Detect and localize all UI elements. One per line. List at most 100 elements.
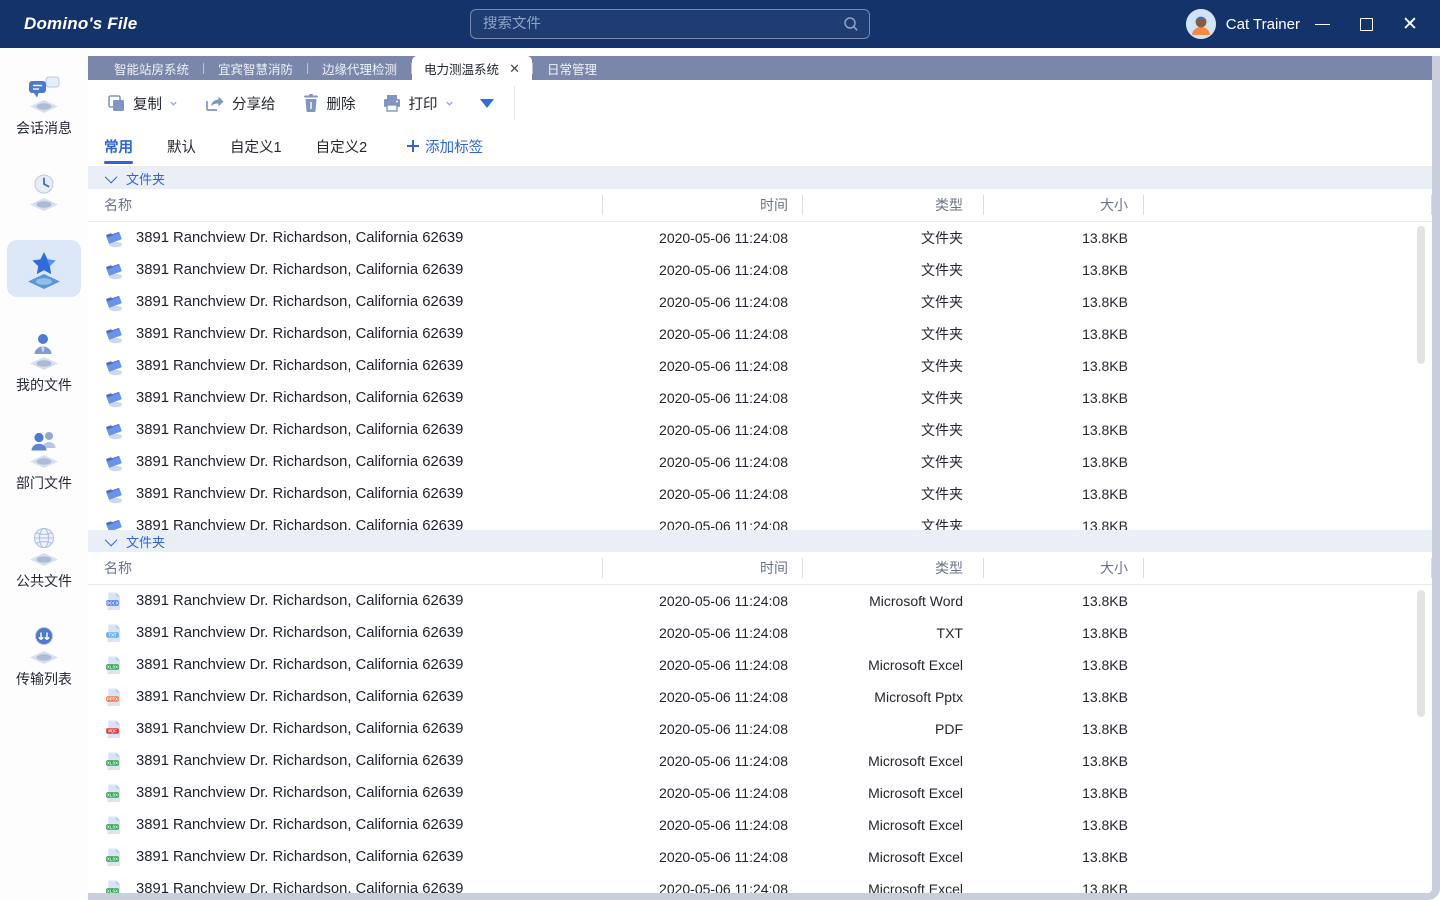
section-header-folders-2[interactable]: 文件夹	[88, 530, 1432, 552]
table-header: 名称 时间 类型 大小	[88, 552, 1432, 585]
tab-item[interactable]: 边缘代理检测	[308, 56, 411, 80]
share-button[interactable]: 分享给	[204, 93, 276, 114]
tab-close-icon[interactable]: ✕	[509, 62, 520, 75]
file-time-cell: 2020-05-06 11:24:08	[603, 390, 803, 406]
close-icon: ✕	[1402, 15, 1418, 34]
xlsx-file-icon: XLSX	[104, 751, 124, 771]
file-name-cell: DOCX3891 Ranchview Dr. Richardson, Calif…	[88, 591, 603, 611]
vertical-scrollbar[interactable]	[1417, 590, 1425, 717]
file-name-cell: PDF3891 Ranchview Dr. Richardson, Califo…	[88, 719, 603, 739]
file-table-folders: 3891 Ranchview Dr. Richardson, Californi…	[88, 222, 1432, 530]
svg-text:PDF: PDF	[108, 728, 117, 733]
tag-tab-common[interactable]: 常用	[104, 126, 133, 166]
file-time-cell: 2020-05-06 11:24:08	[603, 326, 803, 342]
table-row[interactable]: 3891 Ranchview Dr. Richardson, Californi…	[88, 222, 1432, 254]
sidebar-item-chat-messages[interactable]: 会话消息	[7, 64, 81, 144]
vertical-scrollbar[interactable]	[1417, 226, 1425, 364]
tab-item[interactable]: 日常管理	[533, 56, 611, 80]
clock-icon	[22, 169, 66, 213]
tab-item-active[interactable]: 电力测温系统 ✕	[412, 56, 532, 80]
close-button[interactable]: ✕	[1388, 0, 1432, 48]
table-row[interactable]: PPTX3891 Ranchview Dr. Richardson, Calif…	[88, 681, 1432, 713]
sidebar-item-my-files[interactable]: 我的文件	[7, 321, 81, 401]
sidebar-item-starred[interactable]	[7, 240, 81, 297]
search-icon[interactable]	[843, 16, 859, 32]
table-row[interactable]: XLSX3891 Ranchview Dr. Richardson, Calif…	[88, 777, 1432, 809]
minimize-icon	[1315, 24, 1330, 25]
table-row[interactable]: 3891 Ranchview Dr. Richardson, Californi…	[88, 350, 1432, 382]
tag-bar: 常用 默认 自定义1 自定义2 添加标签	[88, 126, 1432, 167]
toolbar: 复制 分享给 删除	[88, 80, 1432, 126]
table-row[interactable]: 3891 Ranchview Dr. Richardson, Californi…	[88, 286, 1432, 318]
table-row[interactable]: 3891 Ranchview Dr. Richardson, Californi…	[88, 318, 1432, 350]
file-name-cell: XLSX3891 Ranchview Dr. Richardson, Calif…	[88, 879, 603, 893]
tab-label: 日常管理	[547, 59, 597, 78]
maximize-button[interactable]	[1344, 0, 1388, 48]
file-size-cell: 13.8KB	[984, 625, 1144, 641]
file-size-cell: 13.8KB	[984, 593, 1144, 609]
table-row[interactable]: DOCX3891 Ranchview Dr. Richardson, Calif…	[88, 585, 1432, 617]
tag-tab-custom2[interactable]: 自定义2	[316, 126, 368, 166]
table-row[interactable]: XLSX3891 Ranchview Dr. Richardson, Calif…	[88, 873, 1432, 893]
folder-file-icon	[104, 292, 124, 312]
chevron-down-icon	[169, 99, 178, 108]
copy-button[interactable]: 复制	[106, 93, 178, 114]
table-row[interactable]: 3891 Ranchview Dr. Richardson, Californi…	[88, 446, 1432, 478]
tab-label: 边缘代理检测	[322, 59, 397, 78]
file-name-cell: XLSX3891 Ranchview Dr. Richardson, Calif…	[88, 751, 603, 771]
tag-tab-default[interactable]: 默认	[167, 126, 196, 166]
file-type-cell: Microsoft Excel	[803, 817, 984, 833]
file-name: 3891 Ranchview Dr. Richardson, Californi…	[136, 785, 463, 801]
file-name-cell: 3891 Ranchview Dr. Richardson, Californi…	[88, 452, 603, 472]
table-row[interactable]: 3891 Ranchview Dr. Richardson, Californi…	[88, 254, 1432, 286]
file-name-cell: 3891 Ranchview Dr. Richardson, Californi…	[88, 356, 603, 376]
section-header-folders-1[interactable]: 文件夹	[88, 167, 1432, 189]
table-row[interactable]: XLSX3891 Ranchview Dr. Richardson, Calif…	[88, 841, 1432, 873]
file-type-cell: 文件夹	[803, 228, 984, 248]
table-row[interactable]: XLSX3891 Ranchview Dr. Richardson, Calif…	[88, 809, 1432, 841]
table-row[interactable]: 3891 Ranchview Dr. Richardson, Californi…	[88, 478, 1432, 510]
xlsx-file-icon: XLSX	[104, 815, 124, 835]
column-header-size: 大小	[984, 552, 1144, 584]
delete-button[interactable]: 删除	[302, 93, 356, 114]
add-tag-button[interactable]: 添加标签	[407, 136, 483, 157]
minimize-button[interactable]	[1300, 0, 1344, 48]
avatar[interactable]	[1186, 9, 1216, 39]
folder-file-icon	[104, 228, 124, 248]
file-time-cell: 2020-05-06 11:24:08	[603, 454, 803, 470]
sidebar-item-public-files[interactable]: 公共文件	[7, 517, 81, 597]
sidebar-item-dept-files[interactable]: 部门文件	[7, 419, 81, 499]
tag-tab-custom1[interactable]: 自定义1	[230, 126, 282, 166]
search-input[interactable]	[483, 16, 843, 32]
sidebar-item-transfer-list[interactable]: 传输列表	[7, 615, 81, 695]
table-header: 名称 时间 类型 大小	[88, 189, 1432, 222]
file-size-cell: 13.8KB	[984, 294, 1144, 310]
table-row[interactable]: XLSX3891 Ranchview Dr. Richardson, Calif…	[88, 745, 1432, 777]
print-button[interactable]: 打印	[382, 93, 454, 114]
share-label: 分享给	[232, 93, 276, 114]
file-time-cell: 2020-05-06 11:24:08	[603, 593, 803, 609]
table-row[interactable]: TXT3891 Ranchview Dr. Richardson, Califo…	[88, 617, 1432, 649]
table-row[interactable]: PDF3891 Ranchview Dr. Richardson, Califo…	[88, 713, 1432, 745]
printer-icon	[382, 93, 402, 113]
folder-file-icon	[104, 356, 124, 376]
table-row[interactable]: 3891 Ranchview Dr. Richardson, Californi…	[88, 382, 1432, 414]
table-row[interactable]: XLSX3891 Ranchview Dr. Richardson, Calif…	[88, 649, 1432, 681]
file-size-cell: 13.8KB	[984, 689, 1144, 705]
file-name: 3891 Ranchview Dr. Richardson, Californi…	[136, 518, 463, 530]
table-row[interactable]: 3891 Ranchview Dr. Richardson, Californi…	[88, 510, 1432, 530]
more-actions-caret-icon[interactable]	[480, 99, 494, 108]
tab-item[interactable]: 宜宾智慧消防	[204, 56, 307, 80]
file-type-cell: Microsoft Excel	[803, 849, 984, 865]
file-size-cell: 13.8KB	[984, 390, 1144, 406]
file-type-cell: 文件夹	[803, 292, 984, 312]
tab-item[interactable]: 智能站房系统	[100, 56, 203, 80]
search-box[interactable]	[470, 9, 870, 39]
file-name: 3891 Ranchview Dr. Richardson, Californi…	[136, 849, 463, 865]
user-name[interactable]: Cat Trainer	[1226, 16, 1300, 33]
file-time-cell: 2020-05-06 11:24:08	[603, 518, 803, 530]
file-name: 3891 Ranchview Dr. Richardson, Californi…	[136, 326, 463, 342]
file-time-cell: 2020-05-06 11:24:08	[603, 625, 803, 641]
table-row[interactable]: 3891 Ranchview Dr. Richardson, Californi…	[88, 414, 1432, 446]
sidebar-item-recent-files[interactable]	[7, 162, 81, 222]
